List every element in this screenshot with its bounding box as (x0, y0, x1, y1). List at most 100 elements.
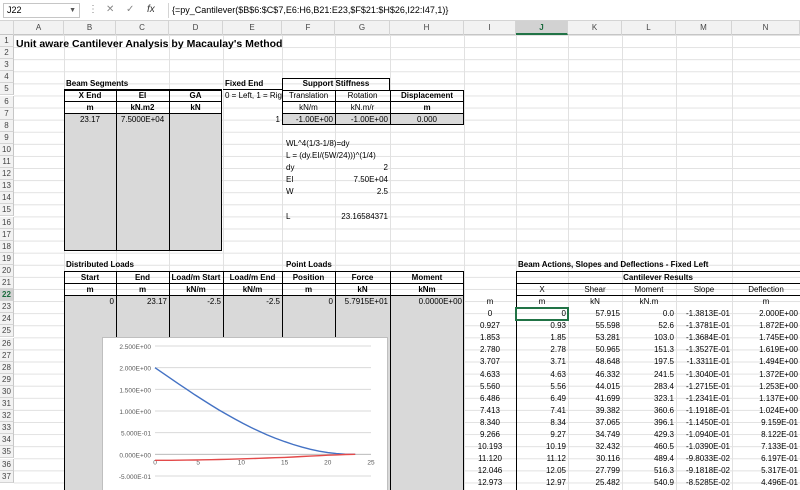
result-i-value[interactable]: 4.633 (464, 369, 516, 381)
row-header-26[interactable]: 26 (0, 337, 14, 350)
result-i-value[interactable]: 7.413 (464, 405, 516, 417)
cell-force[interactable]: 5.7915E+01 (335, 296, 390, 308)
result-slope-value[interactable]: -1.0940E-01 (676, 429, 732, 441)
result-deflection-value[interactable]: 1.253E+00 (732, 381, 800, 393)
row-header-33[interactable]: 33 (0, 422, 14, 435)
deflection-slope-chart[interactable]: 2.500E+00 2.000E+00 1.500E+00 1.000E+00 5.00… (102, 337, 388, 490)
result-x-value[interactable]: 5.56 (516, 381, 568, 393)
result-shear-value[interactable]: 48.648 (568, 356, 622, 368)
result-x-value[interactable]: 12.05 (516, 465, 568, 477)
dy-value[interactable]: 2 (335, 162, 390, 174)
result-slope-value[interactable]: -1.3311E-01 (676, 356, 732, 368)
column-header-b[interactable]: B (64, 21, 116, 35)
row-header-21[interactable]: 21 (0, 277, 14, 290)
enter-icon[interactable]: ✓ (126, 3, 134, 17)
column-header-j[interactable]: J (516, 21, 568, 35)
cell-moment[interactable]: 0.0000E+00 (390, 296, 464, 308)
result-slope-value[interactable]: -1.1450E-01 (676, 417, 732, 429)
result-x-value[interactable]: 2.78 (516, 344, 568, 356)
result-shear-value[interactable]: 34.749 (568, 429, 622, 441)
result-moment-value[interactable]: 516.3 (622, 465, 676, 477)
row-header-28[interactable]: 28 (0, 361, 14, 374)
insert-function-icon[interactable]: fx (147, 3, 155, 17)
column-header-d[interactable]: D (169, 21, 223, 35)
result-moment-value[interactable]: 323.1 (622, 393, 676, 405)
column-header-k[interactable]: K (568, 21, 622, 35)
result-slope-value[interactable]: -1.3813E-01 (676, 308, 732, 320)
column-header-h[interactable]: H (390, 21, 464, 35)
result-shear-value[interactable]: 53.281 (568, 332, 622, 344)
row-header-15[interactable]: 15 (0, 204, 14, 217)
result-slope-value[interactable]: -1.2715E-01 (676, 381, 732, 393)
result-slope-value[interactable]: -1.1918E-01 (676, 405, 732, 417)
row-header-35[interactable]: 35 (0, 446, 14, 459)
cell-ei[interactable]: 7.5000E+04 (116, 114, 169, 126)
worksheet-grid[interactable]: ABCDEFGHIJKLMN 1 2 3 4 5 6 7 8 9 10 11 12 13 14 15 16 17… (0, 21, 800, 490)
cell-load-start[interactable]: -2.5 (169, 296, 223, 308)
result-i-value[interactable]: 12.973 (464, 477, 516, 489)
result-slope-value[interactable]: -1.3527E-01 (676, 344, 732, 356)
row-header-6[interactable]: 6 (0, 95, 14, 108)
row-header-12[interactable]: 12 (0, 168, 14, 181)
result-moment-value[interactable]: 540.9 (622, 477, 676, 489)
result-i-value[interactable]: 6.486 (464, 393, 516, 405)
row-header-29[interactable]: 29 (0, 373, 14, 386)
row-header-25[interactable]: 25 (0, 325, 14, 338)
result-shear-value[interactable]: 46.332 (568, 369, 622, 381)
result-deflection-value[interactable]: 1.745E+00 (732, 332, 800, 344)
result-x-value[interactable]: 6.49 (516, 393, 568, 405)
result-moment-value[interactable]: 151.3 (622, 344, 676, 356)
result-i-value[interactable]: 2.780 (464, 344, 516, 356)
row-header-4[interactable]: 4 (0, 71, 14, 84)
result-x-value[interactable]: 7.41 (516, 405, 568, 417)
column-header-g[interactable]: G (335, 21, 390, 35)
row-header-36[interactable]: 36 (0, 458, 14, 471)
result-x-value[interactable]: 4.63 (516, 369, 568, 381)
result-slope-value[interactable]: -1.3781E-01 (676, 320, 732, 332)
result-x-value[interactable]: 9.27 (516, 429, 568, 441)
result-slope-value[interactable]: -9.1818E-02 (676, 465, 732, 477)
result-shear-value[interactable]: 30.116 (568, 453, 622, 465)
cell-translation[interactable]: -1.00E+00 (282, 114, 335, 126)
result-i-value[interactable]: 11.120 (464, 453, 516, 465)
result-deflection-value[interactable]: 4.496E-01 (732, 477, 800, 489)
result-shear-value[interactable]: 37.065 (568, 417, 622, 429)
row-header-8[interactable]: 8 (0, 119, 14, 132)
row-header-16[interactable]: 16 (0, 216, 14, 229)
selected-cell[interactable] (515, 307, 569, 321)
result-moment-value[interactable]: 429.3 (622, 429, 676, 441)
row-header-13[interactable]: 13 (0, 180, 14, 193)
formula-input[interactable]: {=py_Cantilever($B$6:$C$7,E6:H6,B21:E23,… (168, 3, 796, 18)
cell-load-end[interactable]: -2.5 (223, 296, 282, 308)
chevron-down-icon[interactable]: ▼ (69, 4, 76, 17)
row-header-3[interactable]: 3 (0, 59, 14, 72)
result-i-value[interactable]: 5.560 (464, 381, 516, 393)
result-slope-value[interactable]: -1.3040E-01 (676, 369, 732, 381)
result-deflection-value[interactable]: 7.133E-01 (732, 441, 800, 453)
result-slope-value[interactable]: -1.3684E-01 (676, 332, 732, 344)
row-header-18[interactable]: 18 (0, 240, 14, 253)
column-header-c[interactable]: C (116, 21, 169, 35)
result-moment-value[interactable]: 489.4 (622, 453, 676, 465)
result-shear-value[interactable]: 50.965 (568, 344, 622, 356)
select-all-corner[interactable] (0, 21, 14, 35)
result-shear-value[interactable]: 27.799 (568, 465, 622, 477)
result-deflection-value[interactable]: 6.197E-01 (732, 453, 800, 465)
row-header-22[interactable]: 22 (0, 289, 14, 302)
result-deflection-value[interactable]: 1.024E+00 (732, 405, 800, 417)
cell-position[interactable]: 0 (282, 296, 335, 308)
result-moment-value[interactable]: 0.0 (622, 308, 676, 320)
result-shear-value[interactable]: 55.598 (568, 320, 622, 332)
column-header-e[interactable]: E (223, 21, 282, 35)
row-header-11[interactable]: 11 (0, 156, 14, 169)
result-shear-value[interactable]: 57.915 (568, 308, 622, 320)
row-header-20[interactable]: 20 (0, 264, 14, 277)
column-header-i[interactable]: I (464, 21, 516, 35)
l-value[interactable]: 23.16584371 (335, 211, 390, 223)
column-header-n[interactable]: N (732, 21, 800, 35)
name-box[interactable]: J22 ▼ (3, 3, 80, 18)
result-deflection-value[interactable]: 1.372E+00 (732, 369, 800, 381)
result-slope-value[interactable]: -1.2341E-01 (676, 393, 732, 405)
row-header-32[interactable]: 32 (0, 410, 14, 423)
row-header-10[interactable]: 10 (0, 143, 14, 156)
